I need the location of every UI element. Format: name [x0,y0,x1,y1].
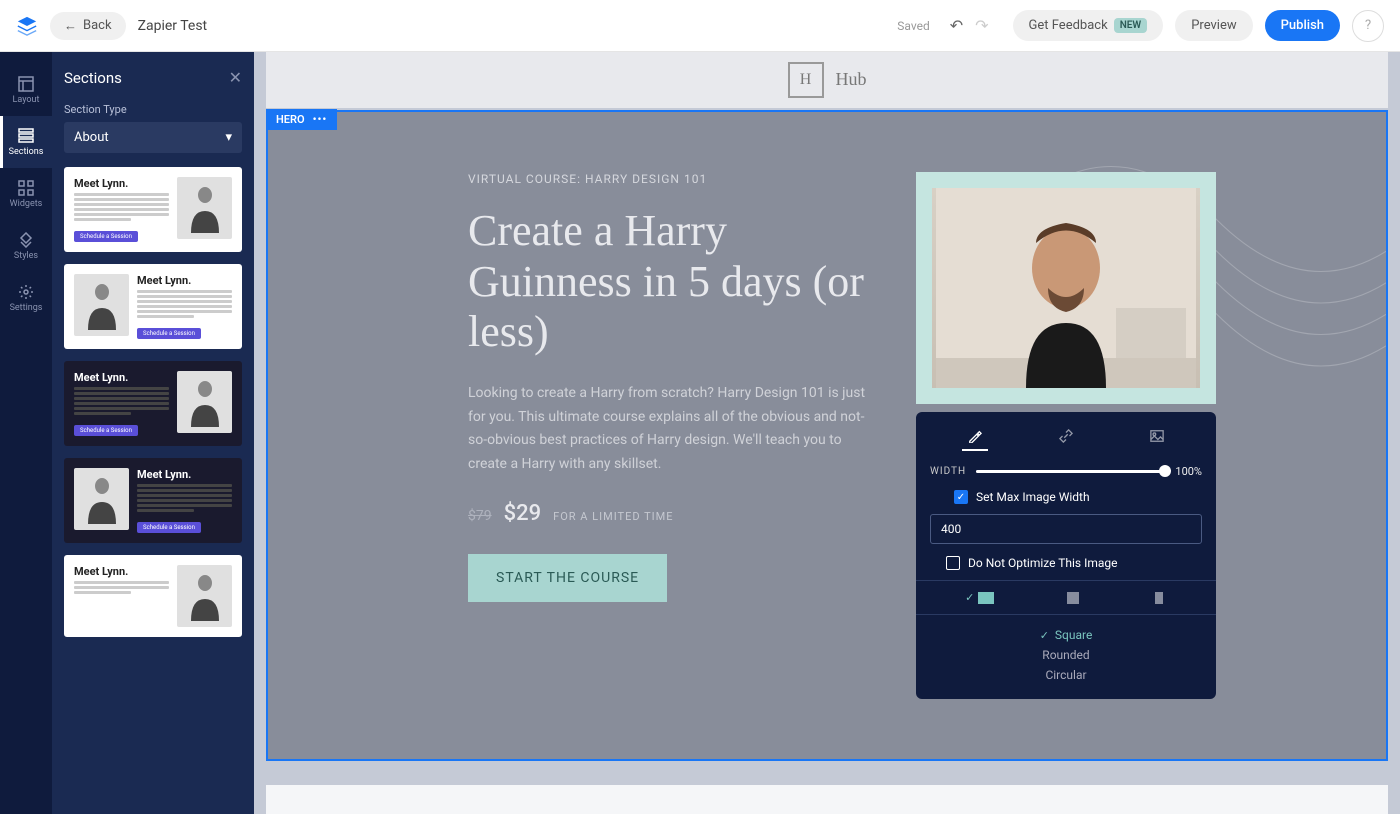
template-option[interactable]: Meet Lynn. Schedule a Session [64,361,242,446]
section-type-select[interactable]: About ▾ [64,122,242,153]
max-width-input[interactable] [930,514,1202,544]
panel-title: Sections [64,69,122,87]
back-button[interactable]: ← Back [50,12,126,40]
project-name: Zapier Test [138,18,208,34]
topbar: ← Back Zapier Test Saved ↶ ↷ Get Feedbac… [0,0,1400,52]
brand-text: Hub [836,70,867,90]
section-tag-label: HERO [276,113,305,126]
size-full-icon[interactable]: ✓ [965,591,994,604]
placeholder-image-icon [177,565,232,627]
width-label: WIDTH [930,466,966,477]
image-tab-icon[interactable] [1144,426,1170,451]
template-option[interactable]: Meet Lynn. Schedule a Session [64,264,242,349]
section-type-label: Section Type [64,103,242,116]
template-option[interactable]: Meet Lynn. Schedule a Session [64,458,242,543]
max-width-checkbox[interactable]: ✓ [954,490,968,504]
placeholder-image-icon [74,468,129,530]
link-tab-icon[interactable] [1053,426,1079,451]
publish-button[interactable]: Publish [1265,10,1340,41]
hero-image[interactable] [932,188,1200,388]
section-tag: HERO ••• [266,109,337,130]
nav-layout-label: Layout [13,95,40,105]
close-icon[interactable]: ✕ [229,68,242,87]
nav-layout[interactable]: Layout [0,64,52,116]
shape-rounded[interactable]: Rounded [930,645,1202,665]
sections-panel: Sections ✕ Section Type About ▾ Meet Lyn… [52,52,254,814]
brand-header: H Hub [266,52,1388,108]
style-tab-icon[interactable] [962,426,988,451]
max-width-label: Set Max Image Width [976,490,1090,504]
size-small-icon[interactable] [1151,591,1167,604]
cta-button[interactable]: START THE COURSE [468,554,667,602]
new-price: $29 [504,501,542,526]
get-feedback-button[interactable]: Get Feedback NEW [1013,10,1164,41]
placeholder-image-icon [74,274,129,336]
nav-sections[interactable]: Sections [0,116,52,168]
preview-button[interactable]: Preview [1175,10,1252,41]
price-note: FOR A LIMITED TIME [553,510,673,523]
shape-circular[interactable]: Circular [930,665,1202,685]
size-wide-icon[interactable] [1065,591,1081,604]
slider-thumb[interactable] [1159,465,1171,477]
shape-square-label: Square [1055,628,1092,642]
undo-icon[interactable]: ↶ [950,16,963,35]
app-logo-icon [16,15,38,37]
tpl-btn: Schedule a Session [74,231,138,242]
nav-styles[interactable]: Styles [0,220,52,272]
sections-icon [18,128,34,144]
nav-widgets-label: Widgets [10,199,43,209]
help-button[interactable]: ? [1352,10,1384,42]
back-label: Back [83,18,112,33]
tpl-btn: Schedule a Session [137,522,201,533]
placeholder-image-icon [177,371,232,433]
tpl-btn: Schedule a Session [74,425,138,436]
image-settings-popup: WIDTH 100% ✓ Set Max Image Width Do Not … [916,412,1216,699]
hero-description[interactable]: Looking to create a Harry from scratch? … [468,382,868,477]
width-slider[interactable] [976,470,1165,473]
nav-widgets[interactable]: Widgets [0,168,52,220]
hero-title[interactable]: Create a Harry Guinness in 5 days (or le… [468,206,868,358]
tpl-title: Meet Lynn. [137,274,232,287]
saved-status: Saved [897,19,929,33]
tpl-btn: Schedule a Session [137,328,201,339]
shape-square[interactable]: ✓Square [930,625,1202,645]
more-icon[interactable]: ••• [313,113,328,126]
tpl-title: Meet Lynn. [74,565,169,578]
new-badge: NEW [1114,18,1148,33]
hero-section[interactable]: HERO ••• VIRTUAL COURSE: HARRY DESIGN 10… [266,110,1388,761]
template-option[interactable]: Meet Lynn. Schedule a Session [64,167,242,252]
no-optimize-label: Do Not Optimize This Image [968,556,1118,570]
nav-styles-label: Styles [14,251,38,261]
layout-icon [18,76,34,92]
no-optimize-checkbox[interactable] [946,556,960,570]
chevron-down-icon: ▾ [225,130,232,145]
nav-sections-label: Sections [9,147,44,157]
tpl-title: Meet Lynn. [74,371,169,384]
canvas[interactable]: H Hub HERO ••• VIRTUAL COURSE: HARRY DES… [254,52,1400,814]
placeholder-image-icon [177,177,232,239]
brand-logo-icon: H [788,62,824,98]
width-value: 100% [1175,465,1202,478]
hero-image-frame[interactable] [916,172,1216,404]
hero-eyebrow[interactable]: VIRTUAL COURSE: HARRY DESIGN 101 [468,172,868,186]
section-type-value: About [74,130,109,145]
widgets-icon [18,180,34,196]
feedback-label: Get Feedback [1029,18,1108,33]
redo-icon[interactable]: ↷ [975,16,988,35]
nav-settings[interactable]: Settings [0,272,52,324]
arrow-left-icon: ← [64,18,77,34]
tpl-title: Meet Lynn. [137,468,232,481]
gear-icon [18,284,34,300]
price-row[interactable]: $79 $29 FOR A LIMITED TIME [468,501,868,526]
sidebar-nav: Layout Sections Widgets Styles Settings [0,52,52,814]
learn-section[interactable]: What you'll learn [266,785,1388,814]
tpl-title: Meet Lynn. [74,177,169,190]
nav-settings-label: Settings [10,303,43,313]
template-option[interactable]: Meet Lynn. [64,555,242,637]
undo-redo: ↶ ↷ [950,16,989,35]
styles-icon [18,232,34,248]
old-price: $79 [468,508,492,524]
